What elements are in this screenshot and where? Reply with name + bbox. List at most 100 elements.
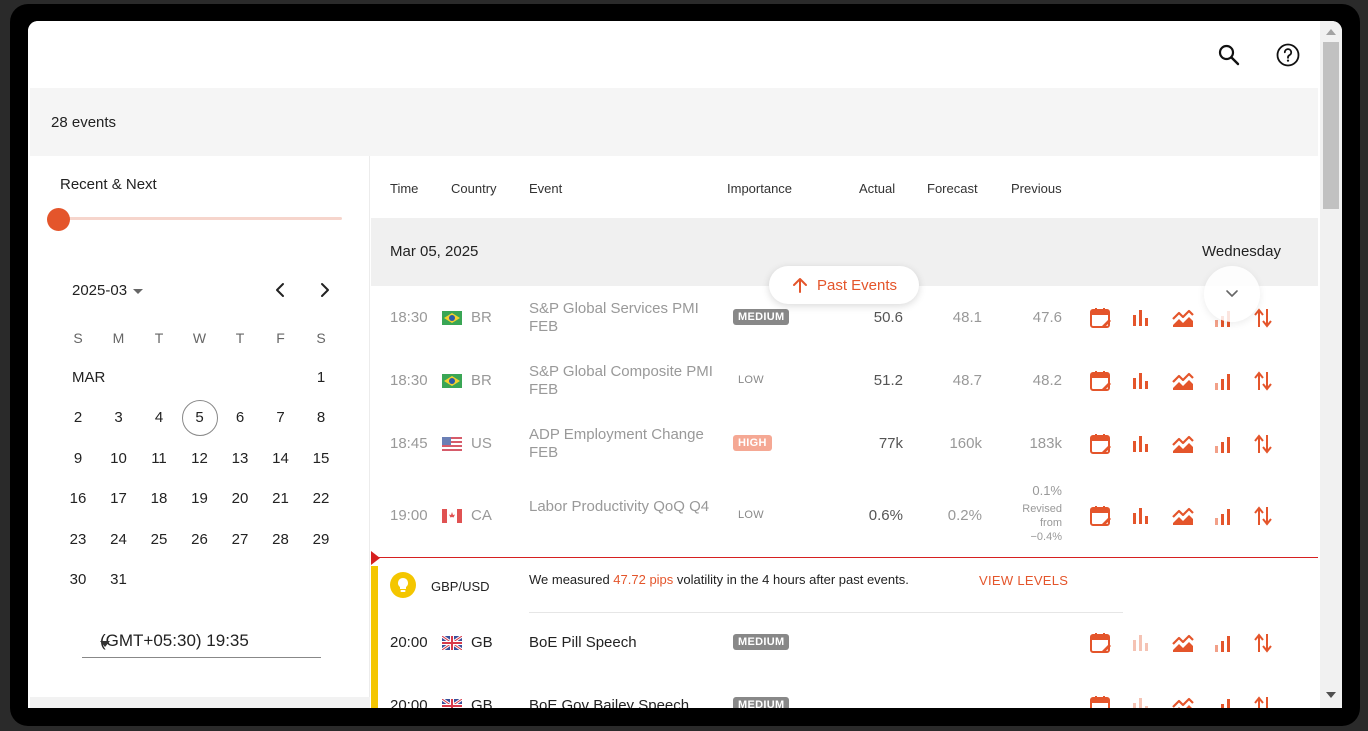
search-icon[interactable] (1217, 43, 1241, 67)
calendar-day[interactable]: 30 (60, 571, 96, 588)
event-title[interactable]: S&P Global Services PMI FEB (529, 300, 719, 336)
event-title[interactable]: Labor Productivity QoQ Q4 (529, 498, 719, 516)
chevron-right-icon (321, 283, 329, 297)
history-chart-icon[interactable] (1130, 631, 1171, 655)
calendar-day[interactable]: 21 (263, 490, 299, 507)
calendar-day[interactable]: 22 (303, 490, 339, 507)
calendar-day[interactable]: 11 (141, 450, 177, 467)
sidebar-footer (30, 697, 370, 708)
add-to-calendar-icon[interactable] (1089, 369, 1130, 393)
prev-month-button[interactable] (270, 280, 290, 300)
past-events-button[interactable]: Past Events (769, 266, 919, 304)
signal-strength-icon[interactable] (1212, 504, 1253, 528)
calendar-day[interactable]: 2 (60, 409, 96, 426)
calendar-day[interactable]: 24 (101, 531, 137, 548)
event-time: 20:00 (390, 697, 428, 708)
calendar-day[interactable]: 19 (182, 490, 218, 507)
sort-arrows-icon[interactable] (1253, 369, 1294, 393)
add-to-calendar-icon[interactable] (1089, 631, 1130, 655)
calendar-day[interactable]: 9 (60, 450, 96, 467)
calendar-day[interactable]: 16 (60, 490, 96, 507)
weekday-header: SMTWTFS (60, 316, 362, 357)
history-chart-icon[interactable] (1130, 369, 1171, 393)
help-icon[interactable] (1276, 43, 1300, 67)
event-title[interactable]: S&P Global Composite PMI FEB (529, 363, 719, 399)
market-impact-icon[interactable] (1171, 694, 1212, 708)
calendar-day[interactable]: 26 (182, 531, 218, 548)
history-chart-icon[interactable] (1130, 504, 1171, 528)
calendar-day[interactable]: 3 (101, 409, 137, 426)
month-select[interactable]: 2025-03 (72, 282, 144, 299)
calendar-day[interactable]: 18 (141, 490, 177, 507)
scroll-down-arrow[interactable] (1326, 692, 1336, 698)
calendar-day[interactable]: 17 (101, 490, 137, 507)
event-row[interactable]: 20:00 GB BoE Gov Bailey Speech MEDIUM (371, 675, 1318, 708)
scrollbar-thumb[interactable] (1323, 42, 1339, 209)
calendar-day[interactable]: 5 (182, 409, 218, 426)
signal-strength-icon[interactable] (1212, 631, 1253, 655)
calendar-day[interactable]: 20 (222, 490, 258, 507)
sort-arrows-icon[interactable] (1253, 504, 1294, 528)
calendar-week: 23 24 25 26 27 28 29 (60, 519, 362, 560)
calendar-day[interactable]: 14 (263, 450, 299, 467)
signal-strength-icon[interactable] (1212, 694, 1253, 708)
view-levels-link[interactable]: VIEW LEVELS (979, 573, 1068, 588)
sort-arrows-icon[interactable] (1253, 306, 1294, 330)
event-country: US (471, 434, 492, 452)
add-to-calendar-icon[interactable] (1089, 306, 1130, 330)
calendar-day[interactable]: 29 (303, 531, 339, 548)
weekday-label: S (73, 330, 83, 346)
events-table: Time Country Event Importance Actual For… (371, 156, 1318, 708)
calendar-day[interactable]: 23 (60, 531, 96, 548)
event-title[interactable]: BoE Gov Bailey Speech (529, 697, 729, 708)
signal-strength-icon[interactable] (1212, 432, 1253, 456)
calendar-day[interactable]: 25 (141, 531, 177, 548)
next-month-button[interactable] (315, 280, 335, 300)
range-slider-track[interactable] (60, 217, 342, 220)
calendar-day[interactable]: 1 (303, 369, 339, 386)
calendar-day[interactable]: 13 (222, 450, 258, 467)
calendar-day[interactable]: 15 (303, 450, 339, 467)
collapse-toggle-button[interactable] (1204, 266, 1260, 322)
market-impact-icon[interactable] (1171, 432, 1212, 456)
scrollbar[interactable] (1320, 21, 1342, 708)
calendar-day[interactable]: 27 (222, 531, 258, 548)
sort-arrows-icon[interactable] (1253, 694, 1294, 708)
history-chart-icon[interactable] (1130, 306, 1171, 330)
sort-arrows-icon[interactable] (1253, 631, 1294, 655)
add-to-calendar-icon[interactable] (1089, 432, 1130, 456)
range-slider-handle[interactable] (47, 208, 70, 231)
calendar-day[interactable]: 6 (222, 409, 258, 426)
add-to-calendar-icon[interactable] (1089, 694, 1130, 708)
previous-value: 183k (1029, 434, 1062, 452)
calendar-day[interactable]: 10 (101, 450, 137, 467)
event-title[interactable]: ADP Employment Change FEB (529, 426, 719, 462)
market-impact-icon[interactable] (1171, 504, 1212, 528)
market-impact-icon[interactable] (1171, 306, 1212, 330)
market-impact-icon[interactable] (1171, 631, 1212, 655)
history-chart-icon[interactable] (1130, 694, 1171, 708)
market-impact-icon[interactable] (1171, 369, 1212, 393)
history-chart-icon[interactable] (1130, 432, 1171, 456)
signal-strength-icon[interactable] (1212, 369, 1253, 393)
sort-arrows-icon[interactable] (1253, 432, 1294, 456)
forecast-value: 160k (949, 434, 982, 452)
scroll-up-arrow[interactable] (1326, 29, 1336, 35)
calendar-day[interactable]: 28 (263, 531, 299, 548)
add-to-calendar-icon[interactable] (1089, 504, 1130, 528)
calendar-day[interactable]: 12 (182, 450, 218, 467)
timezone-select[interactable]: (GMT+05:30) 19:35 (82, 626, 321, 658)
calendar-day[interactable]: 7 (263, 409, 299, 426)
uk-flag-icon (441, 634, 463, 652)
calendar-day[interactable]: 8 (303, 409, 339, 426)
calendar-day[interactable]: 4 (141, 409, 177, 426)
calendar-day[interactable]: 31 (101, 571, 137, 588)
event-row[interactable]: 18:30 BR S&P Global Composite PMI FEB LOW 51… (371, 349, 1318, 412)
brazil-flag-icon (442, 310, 462, 325)
event-row[interactable]: 19:00 CA Labor Productivity QoQ Q4 LOW 0.6% 0… (371, 475, 1318, 557)
event-row[interactable]: 20:00 GB BoE Pill Speech MEDIUM (371, 612, 1318, 675)
event-country: BR (471, 308, 492, 326)
month-select-value: 2025-03 (72, 282, 128, 299)
event-row[interactable]: 18:45 US ADP Employment Change FEB HIGH 77k 1… (371, 412, 1318, 475)
event-title[interactable]: BoE Pill Speech (529, 634, 729, 652)
